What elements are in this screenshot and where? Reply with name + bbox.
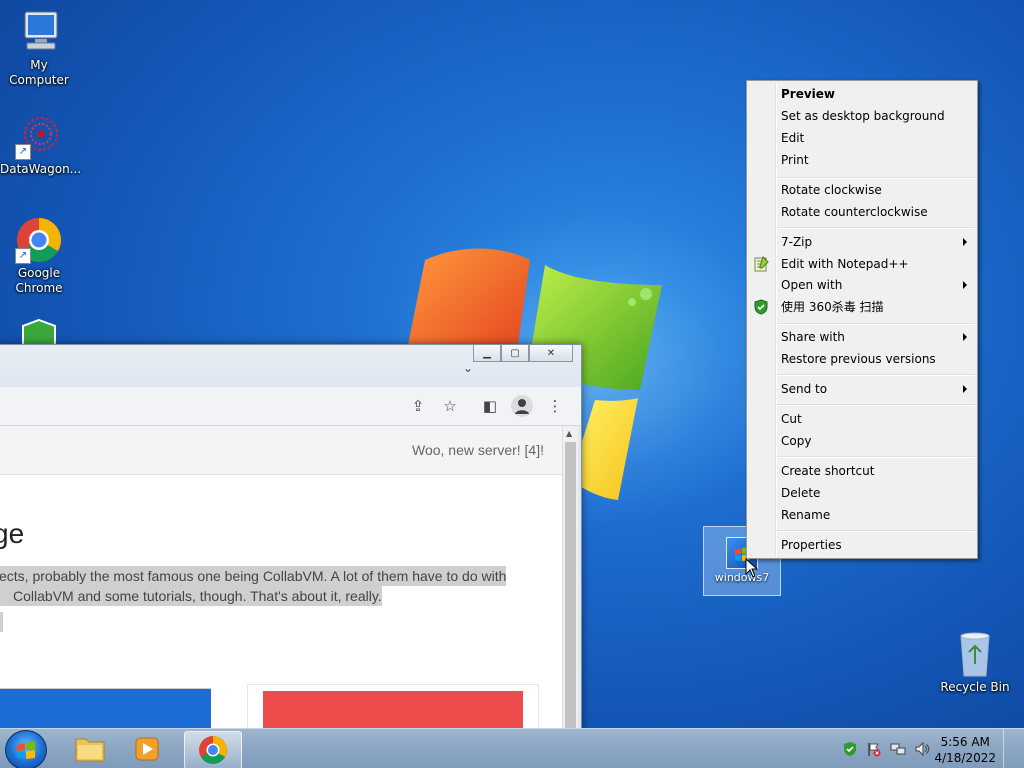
taskbar-item-chrome[interactable] [184, 731, 242, 768]
web-page[interactable]: Woo, new server! [4]! ge ects, probably … [0, 426, 562, 735]
volume-icon[interactable] [914, 741, 930, 757]
show-desktop-button[interactable] [1003, 729, 1018, 768]
mouse-cursor-icon [745, 558, 759, 578]
shortcut-arrow-icon: ↗ [15, 144, 31, 160]
scrollbar-thumb[interactable] [565, 442, 576, 735]
taskbar-clock[interactable]: 5:56 AM 4/18/2022 [934, 734, 996, 766]
menu-item-7zip[interactable]: 7-Zip [781, 232, 812, 252]
tab-search-chevron-icon[interactable]: ⌄ [463, 361, 473, 375]
action-center-flag-icon[interactable] [866, 741, 882, 757]
chrome-window[interactable]: ▁ ▢ ✕ ⌄ ⇪ ☆ ◧ ⋮ Woo, new server! [4]! ge… [0, 344, 582, 736]
menu-item-open-with[interactable]: Open with [781, 275, 842, 295]
desktop[interactable]: My Computer ↗ DataWagon... ↗ Google Chro… [0, 0, 1024, 768]
menu-gutter [775, 83, 777, 556]
server-notice: Woo, new server! [4]! [411, 442, 544, 458]
desktop-icon-my-computer[interactable]: My Computer [0, 8, 78, 88]
computer-icon [24, 11, 58, 50]
submenu-arrow-icon [963, 238, 967, 246]
menu-separator [777, 530, 975, 532]
menu-separator [777, 374, 975, 376]
profile-avatar-icon[interactable] [511, 395, 533, 417]
menu-item-360-scan[interactable]: 使用 360杀毒 扫描 [781, 297, 884, 317]
chrome-icon [199, 736, 227, 764]
menu-item-preview[interactable]: Preview [781, 84, 835, 104]
page-paragraph: ects, probably the most famous one being… [0, 566, 519, 606]
vertical-scrollbar[interactable]: ▲ [562, 426, 578, 735]
desktop-icon-datawagon[interactable]: ↗ DataWagon... [0, 112, 82, 177]
paragraph-line: ects, probably the most famous one being… [0, 566, 507, 586]
maximize-icon: ▢ [510, 347, 520, 359]
taskbar-item-media-player[interactable] [120, 731, 176, 767]
menu-item-set-desktop-background[interactable]: Set as desktop background [781, 106, 945, 126]
shield-tray-icon[interactable] [842, 741, 858, 757]
window-titlebar[interactable]: ▁ ▢ ✕ ⌄ [0, 345, 581, 387]
media-player-icon [135, 737, 159, 761]
menu-separator [777, 227, 975, 229]
desktop-file-label: windows7 [714, 571, 770, 584]
menu-item-restore-previous-versions[interactable]: Restore previous versions [781, 349, 936, 369]
menu-item-edit[interactable]: Edit [781, 128, 804, 148]
context-menu: Preview Set as desktop background Edit P… [746, 80, 978, 559]
submenu-arrow-icon [963, 385, 967, 393]
shield-360-icon [754, 299, 768, 315]
browser-toolbar: ⇪ ☆ ◧ ⋮ [0, 387, 581, 426]
menu-separator [777, 456, 975, 458]
menu-separator [777, 177, 975, 179]
start-button[interactable] [5, 730, 47, 768]
minimize-icon: ▁ [483, 347, 491, 359]
paragraph-line: CollabVM and some tutorials, though. Tha… [0, 586, 382, 606]
taskbar-item-explorer[interactable] [62, 731, 118, 767]
desktop-icon-recycle-bin[interactable]: Recycle Bin [936, 630, 1014, 695]
scroll-up-icon[interactable]: ▲ [566, 429, 572, 438]
taskbar: 5:56 AM 4/18/2022 [0, 728, 1024, 768]
selection-highlight [0, 612, 3, 632]
desktop-icon-label: Google Chrome [15, 266, 63, 295]
notepadpp-icon [754, 256, 769, 272]
close-icon: ✕ [546, 347, 556, 359]
shortcut-arrow-icon: ↗ [15, 248, 31, 264]
submenu-arrow-icon [963, 333, 967, 341]
maximize-button[interactable]: ▢ [501, 345, 529, 362]
desktop-icon-label: My Computer [9, 58, 69, 87]
desktop-icon-google-chrome[interactable]: ↗ Google Chrome [0, 216, 78, 296]
menu-item-edit-with-notepadpp[interactable]: Edit with Notepad++ [781, 254, 908, 274]
close-button[interactable]: ✕ [529, 345, 573, 362]
folder-icon [75, 738, 105, 762]
more-menu-icon[interactable]: ⋮ [546, 397, 564, 415]
network-icon[interactable] [890, 741, 906, 757]
windows-logo-icon [17, 741, 35, 759]
side-panel-icon[interactable]: ◧ [481, 397, 499, 415]
window-controls: ▁ ▢ ✕ [473, 345, 573, 362]
menu-item-copy[interactable]: Copy [781, 431, 811, 451]
desktop-icon-label: DataWagon... [0, 162, 82, 176]
recycle-bin-icon [960, 632, 990, 677]
minimize-button[interactable]: ▁ [473, 345, 501, 362]
menu-separator [777, 404, 975, 406]
menu-item-delete[interactable]: Delete [781, 483, 820, 503]
menu-item-rename[interactable]: Rename [781, 505, 830, 525]
page-title: ge [0, 518, 25, 549]
share-icon[interactable]: ⇪ [409, 397, 427, 415]
system-tray: 5:56 AM 4/18/2022 [838, 729, 1018, 768]
menu-item-rotate-counterclockwise[interactable]: Rotate counterclockwise [781, 202, 928, 222]
menu-item-create-shortcut[interactable]: Create shortcut [781, 461, 874, 481]
menu-item-share-with[interactable]: Share with [781, 327, 845, 347]
menu-item-send-to[interactable]: Send to [781, 379, 827, 399]
menu-item-print[interactable]: Print [781, 150, 809, 170]
page-header-bar: Woo, new server! [4]! [0, 426, 562, 475]
bookmark-star-icon[interactable]: ☆ [441, 397, 459, 415]
menu-item-rotate-clockwise[interactable]: Rotate clockwise [781, 180, 882, 200]
submenu-arrow-icon [963, 281, 967, 289]
clock-time: 5:56 AM [940, 735, 990, 749]
menu-item-properties[interactable]: Properties [781, 535, 842, 555]
menu-item-cut[interactable]: Cut [781, 409, 802, 429]
clock-date: 4/18/2022 [934, 751, 996, 765]
menu-separator [777, 323, 975, 325]
desktop-icon-label: Recycle Bin [940, 680, 1010, 694]
